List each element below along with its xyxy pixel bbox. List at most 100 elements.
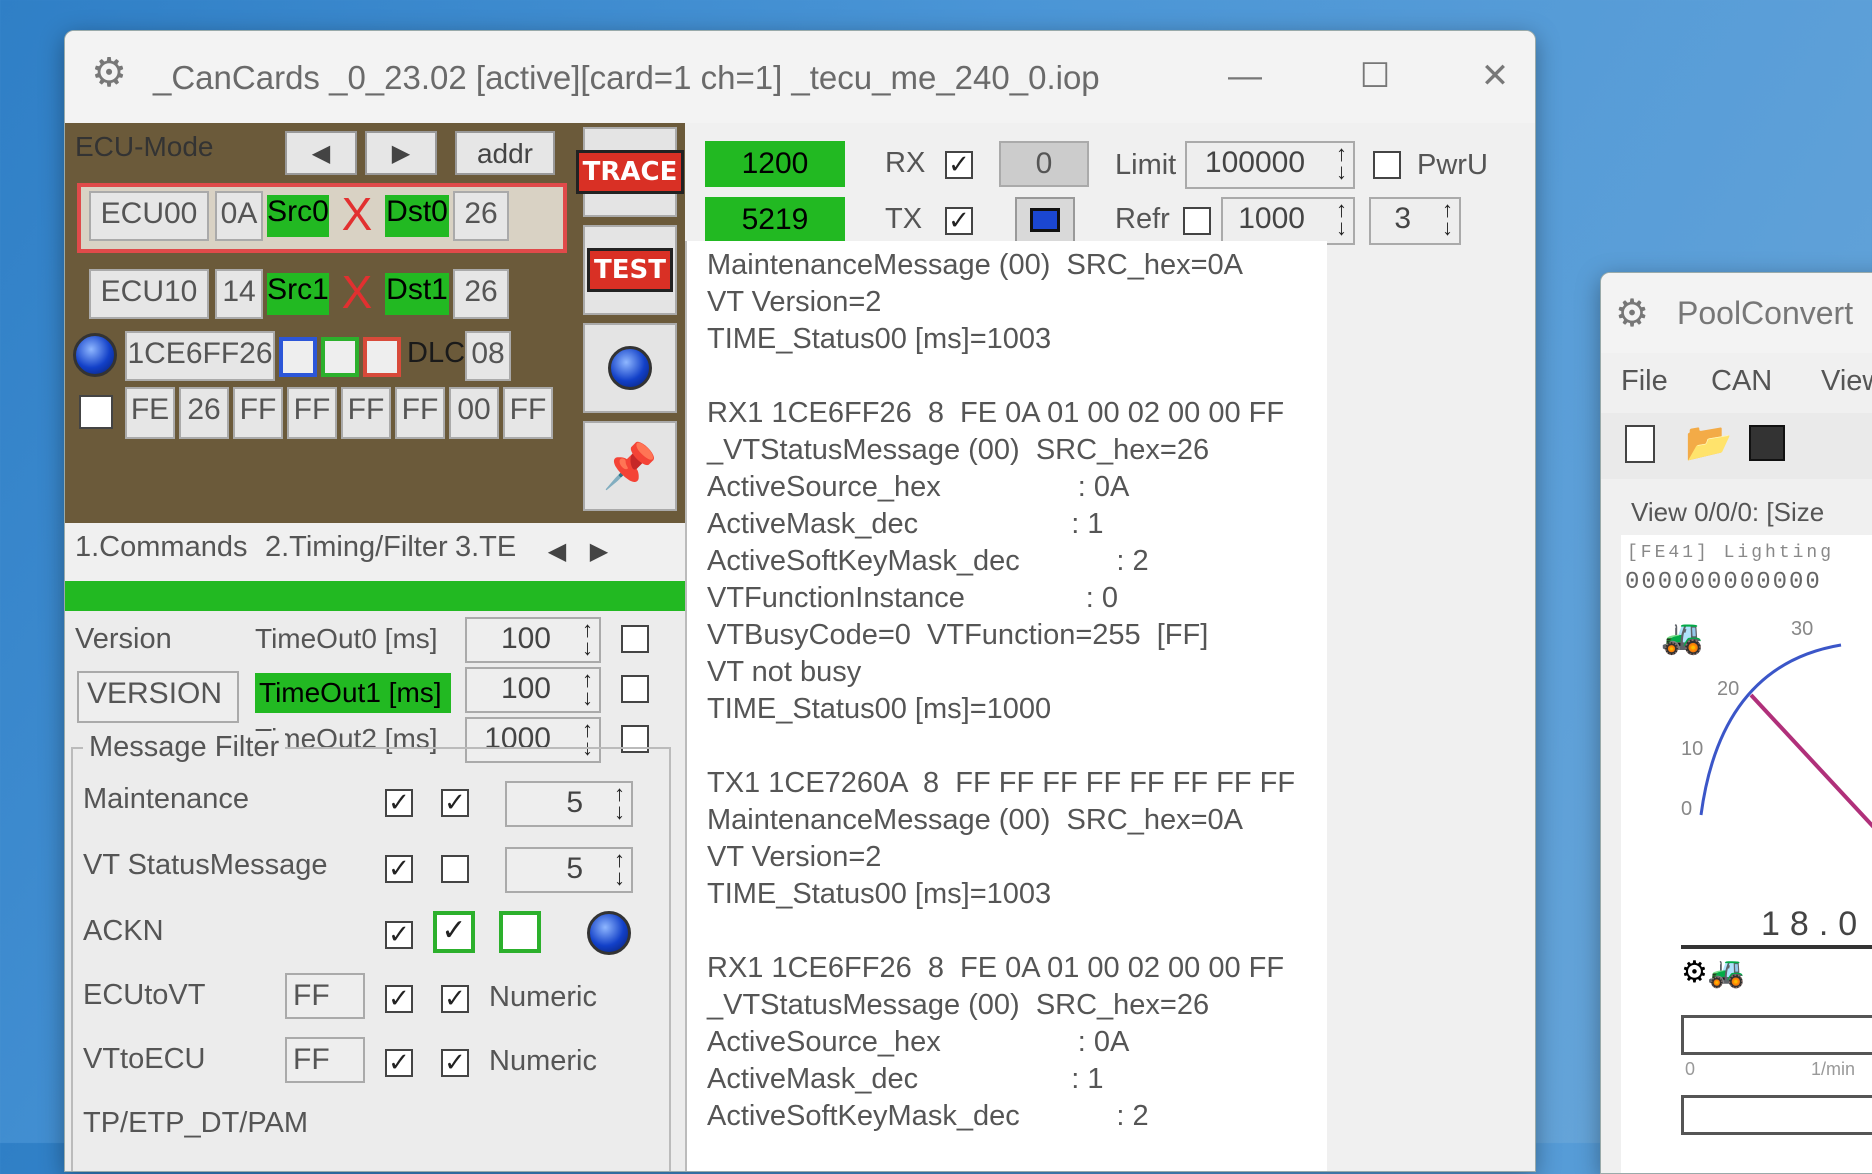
ecu00-button[interactable]: ECU00 [89, 191, 209, 241]
limit-spinner[interactable]: 100000 ↑ ↓ [1185, 141, 1355, 189]
vtstatus-checkbox-2[interactable] [441, 855, 469, 883]
timeout0-spinner[interactable]: 100 ↑ ↓ [465, 617, 601, 663]
ackn-green-checkbox[interactable]: ✓ [433, 911, 475, 953]
trace-button[interactable]: TRACE [575, 127, 685, 217]
log-line: TIME_Status00 [ms]=1003 [707, 323, 1052, 355]
poolconvert-window: ⚙ PoolConvert File CAN View 📂 View 0/0/0… [1600, 272, 1872, 1174]
title-bar[interactable]: ⚙ _CanCards _0_23.02 [active][card=1 ch=… [65, 31, 1535, 123]
ecu10-addr[interactable]: 14 [215, 269, 263, 319]
ecu-prev-button[interactable]: ◀ [285, 131, 357, 175]
data-byte-2[interactable]: FF [233, 387, 283, 439]
pool-menu-view[interactable]: View [1821, 365, 1872, 398]
log-line: MaintenanceMessage (00) SRC_hex=0A [707, 249, 1243, 281]
pool-menu-file[interactable]: File [1621, 365, 1668, 398]
maintenance-checkbox-1[interactable]: ✓ [385, 789, 413, 817]
data-byte-1[interactable]: 26 [179, 387, 229, 439]
pwr-checkbox[interactable] [1373, 151, 1401, 179]
timeout0-checkbox[interactable] [621, 625, 649, 653]
vttoecu-checkbox-1[interactable]: ✓ [385, 1049, 413, 1077]
ecu-mode-label: ECU-Mode [75, 131, 214, 162]
vttoecu-checkbox-2[interactable]: ✓ [441, 1049, 469, 1077]
ackn-checkbox-1[interactable]: ✓ [385, 921, 413, 949]
close-button[interactable]: ✕ [1465, 53, 1525, 99]
dlc-value[interactable]: 08 [465, 331, 511, 381]
ecu10-button[interactable]: ECU10 [89, 269, 209, 319]
tab-commands[interactable]: 1.Commands [75, 531, 247, 564]
gauge-label-0: 0 [1681, 798, 1692, 820]
trace-log[interactable]: MaintenanceMessage (00) SRC_hex=0A VT Ver… [685, 241, 1327, 1171]
green-box-icon[interactable] [321, 337, 359, 377]
ecutovt-field[interactable]: FF [285, 973, 365, 1019]
log-line: ActiveSource_hex : 0A [707, 471, 1130, 503]
log-line: VT Version=2 [707, 841, 882, 873]
vtstatus-spinner[interactable]: 5 ↑ ↓ [505, 847, 633, 893]
dst1-label: Dst1 [385, 273, 449, 315]
blue-box-icon[interactable] [279, 337, 317, 377]
new-file-icon[interactable] [1625, 425, 1655, 463]
spin-arrows-icon: ↑ ↓ [582, 667, 593, 710]
data-byte-0[interactable]: FE [125, 387, 175, 439]
ecu-next-button[interactable]: ▶ [365, 131, 437, 175]
data-byte-4[interactable]: FF [341, 387, 391, 439]
maximize-button[interactable]: ☐ [1345, 53, 1405, 99]
log-line: RX1 1CE6FF26 8 FE 0A 01 00 02 00 00 FF [707, 952, 1285, 984]
ecutovt-checkbox-1[interactable]: ✓ [385, 985, 413, 1013]
refr-spinner[interactable]: 1000 ↑ ↓ [1221, 197, 1355, 245]
addr-button[interactable]: addr [455, 131, 555, 175]
rx-value[interactable]: 0 [999, 141, 1089, 187]
x-mark-1[interactable]: X [337, 269, 377, 315]
refr-checkbox[interactable] [1183, 207, 1211, 235]
log-line: ActiveSource_hex : 0A [707, 1026, 1130, 1058]
maintenance-spinner[interactable]: 5 ↑ ↓ [505, 781, 633, 827]
dst1-value[interactable]: 26 [453, 269, 509, 319]
data-byte-5[interactable]: FF [395, 387, 445, 439]
open-folder-icon[interactable]: 📂 [1685, 421, 1732, 465]
pool-view-label: View 0/0/0: [Size [1631, 497, 1825, 527]
tab-scroll-right-button[interactable]: ▶ [581, 531, 617, 571]
filter-vtstatus-label: VT StatusMessage [83, 849, 328, 881]
test-button[interactable]: TEST [583, 225, 677, 315]
ecu00-addr[interactable]: 0A [215, 191, 263, 241]
dst0-value[interactable]: 26 [453, 191, 509, 241]
refr-small-spinner[interactable]: 3 ↑ ↓ [1369, 197, 1461, 245]
second-bar [1681, 1095, 1872, 1135]
tab-te[interactable]: 3.TE [455, 531, 516, 564]
version-field[interactable]: VERSION [77, 671, 239, 723]
ackn-green-box[interactable] [499, 911, 541, 953]
maintenance-checkbox-2[interactable]: ✓ [441, 789, 469, 817]
data-byte-7[interactable]: FF [503, 387, 553, 439]
save-icon[interactable] [1749, 425, 1785, 461]
rx-checkbox[interactable]: ✓ [945, 151, 973, 179]
timeout1-checkbox[interactable] [621, 675, 649, 703]
tab-scroll-left-button[interactable]: ◀ [539, 531, 575, 571]
log-line: TX1 1CE7260A 8 FF FF FF FF FF FF FF FF [707, 767, 1296, 799]
log-line: TIME_Status00 [ms]=1000 [707, 693, 1052, 725]
data-row-checkbox[interactable] [79, 395, 113, 429]
gauge-label-20: 20 [1717, 678, 1739, 700]
src1-label: Src1 [267, 273, 329, 315]
tx-label: TX [885, 203, 923, 235]
data-byte-3[interactable]: FF [287, 387, 337, 439]
red-box-icon[interactable] [363, 337, 401, 377]
pool-digits: 000000000000 [1625, 569, 1822, 596]
log-line: VTFunctionInstance : 0 [707, 582, 1119, 614]
tx-checkbox[interactable]: ✓ [945, 207, 973, 235]
monitor-button[interactable] [1015, 197, 1075, 243]
vtstatus-checkbox-1[interactable]: ✓ [385, 855, 413, 883]
can-id-field[interactable]: 1CE6FF26 [125, 331, 275, 381]
vttoecu-field[interactable]: FF [285, 1037, 365, 1083]
pool-menu-can[interactable]: CAN [1711, 365, 1772, 398]
ackn-ball-icon[interactable] [587, 911, 631, 960]
tab-timing-filter[interactable]: 2.Timing/Filter [265, 531, 448, 564]
blue-ball-button[interactable] [583, 323, 677, 413]
data-byte-6[interactable]: 00 [449, 387, 499, 439]
window-title: _CanCards _0_23.02 [active][card=1 ch=1]… [153, 59, 1100, 96]
x-mark-0[interactable]: X [337, 191, 377, 237]
log-line: MaintenanceMessage (00) SRC_hex=0A [707, 804, 1243, 836]
spin-arrows-icon: ↑ ↓ [1336, 197, 1347, 240]
ecutovt-checkbox-2[interactable]: ✓ [441, 985, 469, 1013]
minimize-button[interactable]: — [1215, 53, 1275, 99]
pin-note-button[interactable]: 📌 [583, 421, 677, 511]
timeout1-spinner[interactable]: 100 ↑ ↓ [465, 667, 601, 713]
send-ball-icon[interactable] [73, 333, 117, 382]
